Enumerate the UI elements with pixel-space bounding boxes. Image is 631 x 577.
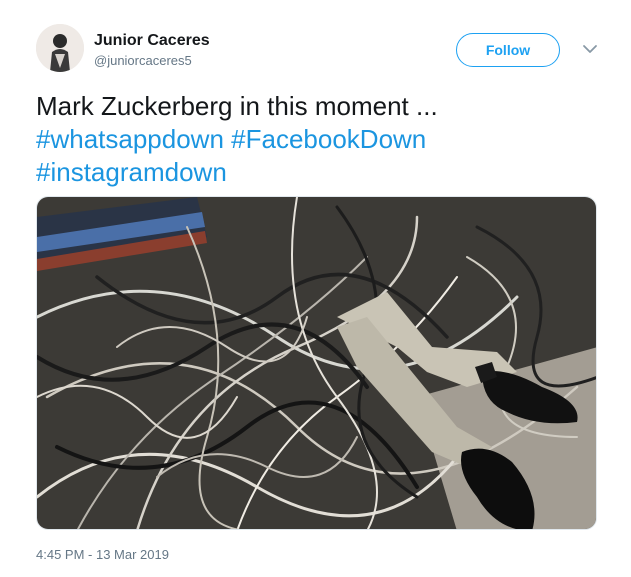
photo-cables-under-desk [37,197,596,529]
hashtag-link[interactable]: #FacebookDown [231,124,426,154]
tweet-photo[interactable] [36,196,597,530]
tweet-card: Junior Caceres @juniorcaceres5 Follow Ma… [0,0,631,577]
hashtag-link[interactable]: #instagramdown [36,157,227,187]
tweet-body: Mark Zuckerberg in this moment ... [36,91,438,121]
avatar[interactable] [36,24,84,72]
avatar-image [36,24,84,72]
chevron-down-icon[interactable] [581,40,599,58]
user-handle[interactable]: @juniorcaceres5 [94,52,210,70]
tweet-header: Junior Caceres @juniorcaceres5 Follow [36,24,616,80]
display-name[interactable]: Junior Caceres [94,31,210,51]
user-names: Junior Caceres @juniorcaceres5 [94,31,210,70]
follow-button[interactable]: Follow [456,33,560,67]
tweet-text: Mark Zuckerberg in this moment ... #what… [36,90,596,189]
tweet-timestamp[interactable]: 4:45 PM - 13 Mar 2019 [36,547,169,562]
hashtag-link[interactable]: #whatsappdown [36,124,224,154]
